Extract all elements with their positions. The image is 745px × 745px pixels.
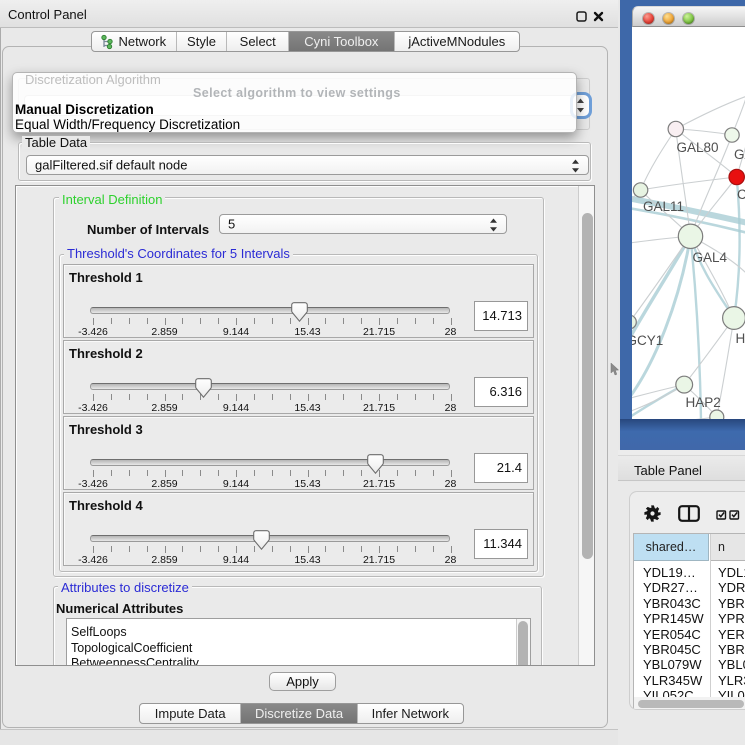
svg-text:GAL4: GAL4 [693,250,728,265]
svg-text:GA: GA [734,147,745,162]
svg-text:HAP2: HAP2 [686,395,721,410]
svg-text:CY: CY [737,187,745,202]
svg-text:GAL11: GAL11 [643,199,684,214]
svg-text:GCY1: GCY1 [632,333,663,348]
svg-text:HI: HI [736,331,745,346]
svg-text:GAL80: GAL80 [677,140,719,155]
